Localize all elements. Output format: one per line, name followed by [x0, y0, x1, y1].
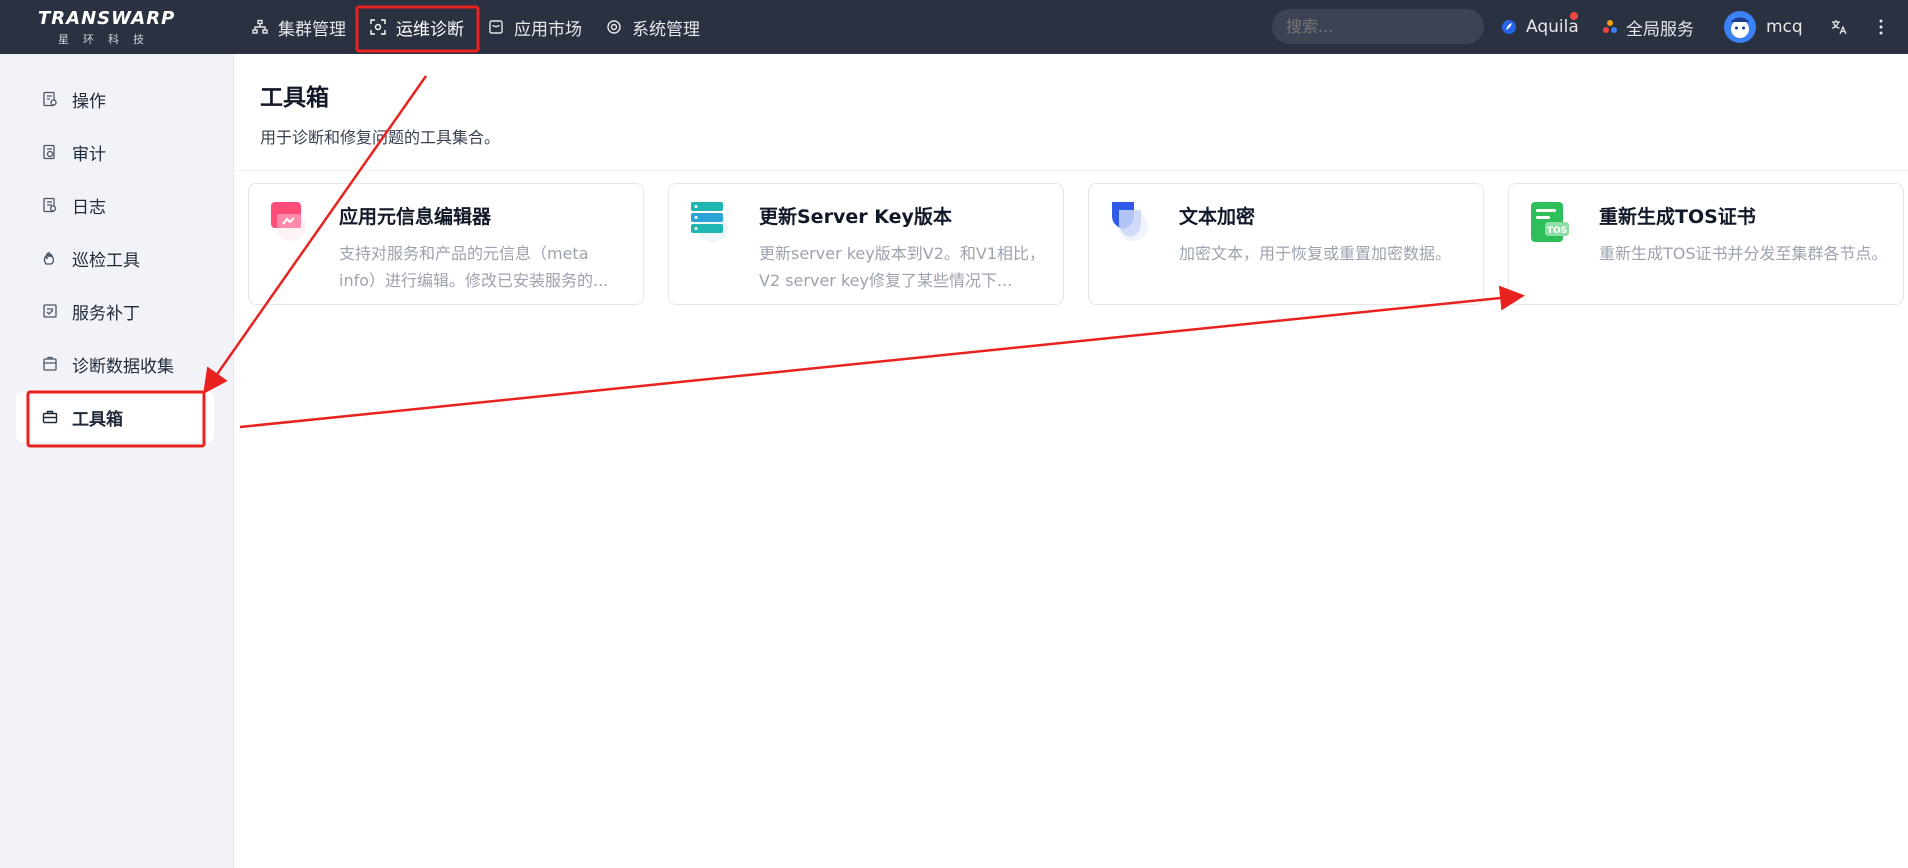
logo[interactable]: TRANSWARP 星环科技	[38, 8, 198, 48]
audit-icon	[43, 144, 55, 160]
aquila-label: Aquila	[1526, 17, 1579, 37]
collect-icon	[43, 356, 57, 371]
tool-card-server-key[interactable]: 更新Server Key版本 更新server key版本到V2。和V1相比，V…	[668, 183, 1064, 305]
sidebar-item-label: 诊断数据收集	[72, 356, 174, 377]
logo-subtext: 星环科技	[58, 33, 158, 46]
nav-item-app-market[interactable]: 应用市场	[476, 0, 594, 54]
card-description: 更新server key版本到V2。和V1相比，V2 server key修复了…	[759, 244, 1045, 290]
sidebar-item-toolbox[interactable]: 工具箱	[16, 392, 214, 442]
services-icon	[1603, 20, 1617, 33]
card-title: 重新生成TOS证书	[1599, 206, 1756, 228]
card-description: 重新生成TOS证书并分发至集群各节点。	[1599, 244, 1888, 263]
sidebar-item-audit[interactable]: 审计	[28, 127, 208, 177]
page-title: 工具箱	[260, 85, 329, 111]
nav-item-ops-diagnosis[interactable]: 运维诊断	[358, 0, 476, 54]
store-icon	[489, 20, 503, 34]
card-description: 加密文本，用于恢复或重置加密数据。	[1179, 244, 1452, 263]
card-title: 应用元信息编辑器	[339, 206, 492, 228]
sidebar-item-log[interactable]: 日志	[28, 180, 208, 230]
translate-icon	[1831, 20, 1847, 35]
patrol-icon	[43, 251, 55, 265]
sidebar-item-label: 审计	[72, 144, 106, 165]
global-services-label: 全局服务	[1626, 19, 1694, 40]
sidebar-item-diagnostic-collect[interactable]: 诊断数据收集	[28, 339, 208, 389]
operation-icon	[43, 91, 57, 107]
page-description: 用于诊断和修复问题的工具集合。	[260, 128, 501, 147]
nav-label: 应用市场	[514, 19, 582, 40]
main-nav: 集群管理 运维诊断 应用市场 系统管理	[240, 0, 712, 54]
user-name: mcq	[1766, 17, 1803, 37]
nav-label: 集群管理	[278, 19, 346, 40]
sidebar-item-label: 巡检工具	[72, 250, 140, 271]
tos-cert-icon: TOS	[1531, 202, 1569, 242]
aquila-icon	[1502, 20, 1516, 34]
cluster-icon	[252, 19, 268, 34]
nav-item-cluster[interactable]: 集群管理	[240, 0, 358, 54]
encrypt-icon	[1112, 202, 1148, 241]
sidebar: 操作 审计 日志 巡检工具 服务补丁 诊断数据收集 工具箱	[0, 54, 234, 868]
gear-icon	[607, 20, 621, 34]
avatar	[1724, 11, 1756, 43]
language-button[interactable]	[1830, 0, 1848, 54]
notification-dot	[1570, 12, 1578, 20]
logo-text: TRANSWARP	[38, 8, 176, 29]
sidebar-item-label: 日志	[72, 197, 106, 218]
patch-icon	[43, 304, 57, 318]
tool-card-text-encrypt[interactable]: 文本加密 加密文本，用于恢复或重置加密数据。	[1088, 183, 1484, 305]
log-icon	[43, 197, 57, 213]
more-menu-button[interactable]	[1878, 0, 1884, 54]
server-key-icon	[691, 202, 728, 242]
divider	[234, 170, 1908, 171]
sidebar-item-label: 服务补丁	[72, 303, 140, 324]
user-menu[interactable]: mcq	[1724, 0, 1803, 54]
meta-editor-icon	[271, 202, 306, 241]
sidebar-item-label: 工具箱	[72, 409, 123, 430]
aquila-button[interactable]: Aquila	[1500, 0, 1579, 54]
global-services-button[interactable]: 全局服务	[1602, 0, 1694, 54]
sidebar-item-operation[interactable]: 操作	[28, 74, 208, 124]
tool-card-meta-editor[interactable]: 应用元信息编辑器 支持对服务和产品的元信息（meta info）进行编辑。修改已…	[248, 183, 644, 305]
sidebar-item-label: 操作	[72, 91, 106, 112]
nav-label: 系统管理	[632, 19, 700, 40]
scan-icon	[370, 19, 386, 35]
more-vertical-icon	[1879, 19, 1883, 35]
search-input[interactable]	[1272, 9, 1484, 44]
toolbox-icon	[42, 410, 58, 424]
nav-item-system[interactable]: 系统管理	[594, 0, 712, 54]
sidebar-item-patrol-tool[interactable]: 巡检工具	[28, 233, 208, 283]
card-title: 更新Server Key版本	[759, 206, 952, 228]
top-bar: TRANSWARP 星环科技 集群管理 运维诊断 应用市场 系统管理 Aquil…	[0, 0, 1908, 54]
card-title: 文本加密	[1179, 206, 1256, 228]
card-description: 支持对服务和产品的元信息（meta info）进行编辑。修改已安装服务的...	[339, 244, 609, 290]
main-content: 工具箱 用于诊断和修复问题的工具集合。 应用元信息编辑器 支持对服务和产品的元信…	[234, 54, 1908, 868]
svg-text:TOS: TOS	[1547, 226, 1567, 236]
tool-card-tos-cert[interactable]: TOS 重新生成TOS证书 重新生成TOS证书并分发至集群各节点。	[1508, 183, 1904, 305]
sidebar-item-service-patch[interactable]: 服务补丁	[28, 286, 208, 336]
nav-label: 运维诊断	[396, 19, 464, 40]
